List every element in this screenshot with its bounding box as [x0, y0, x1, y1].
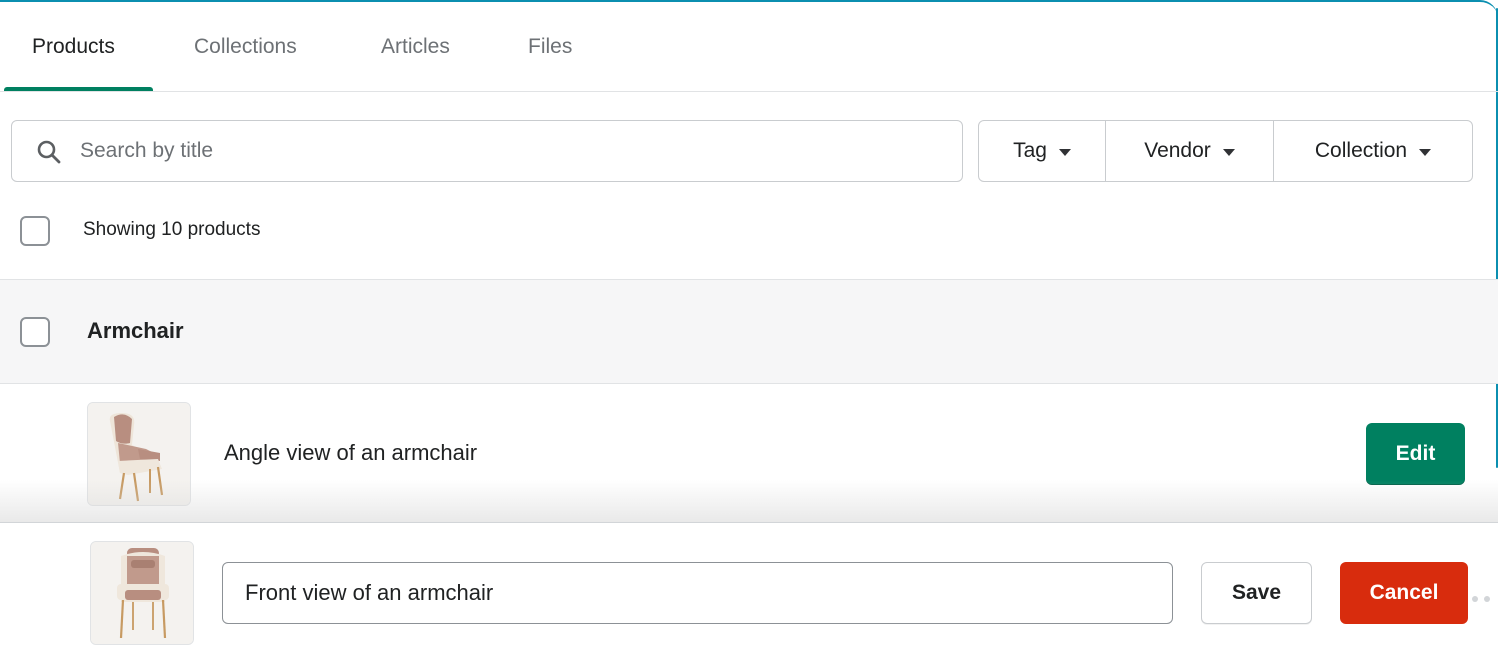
image-alt-text: Angle view of an armchair [224, 440, 478, 465]
cancel-button[interactable]: Cancel [1340, 562, 1468, 624]
tab-collections[interactable]: Collections [194, 34, 297, 74]
vendor-filter-label: Vendor [1144, 139, 1211, 162]
select-all-checkbox[interactable] [20, 216, 50, 246]
filter-group: Tag Vendor Collection [978, 120, 1473, 182]
product-group-header: Armchair [0, 279, 1498, 384]
drag-handle-icon[interactable] [1472, 589, 1498, 602]
tab-products[interactable]: Products [32, 34, 115, 74]
search-input[interactable] [80, 133, 940, 169]
vendor-filter-button[interactable]: Vendor [1106, 121, 1274, 181]
tag-filter-label: Tag [1013, 139, 1047, 162]
edit-alt-text-button[interactable]: Edit [1366, 423, 1465, 485]
alt-text-input[interactable] [222, 562, 1173, 624]
product-checkbox[interactable] [20, 317, 50, 347]
tag-filter-button[interactable]: Tag [979, 121, 1106, 181]
search-box [11, 120, 963, 182]
tab-bar: Products Collections Articles Files [0, 0, 1498, 92]
alt-text-edit-row: Save Cancel [0, 522, 1498, 658]
showing-count: Showing 10 products [83, 219, 261, 240]
search-icon [37, 140, 61, 164]
collection-filter-label: Collection [1314, 139, 1408, 162]
tab-files[interactable]: Files [528, 34, 572, 74]
caret-down-icon [1222, 148, 1235, 156]
overlay-shadow [0, 480, 1498, 522]
save-button[interactable]: Save [1201, 562, 1312, 624]
product-title: Armchair [87, 318, 184, 343]
active-tab-indicator [4, 87, 153, 91]
armchair-front-thumbnail[interactable] [90, 541, 194, 645]
caret-down-icon [1058, 148, 1071, 156]
collection-filter-button[interactable]: Collection [1274, 121, 1472, 181]
caret-down-icon [1419, 148, 1432, 156]
tab-articles[interactable]: Articles [381, 34, 450, 74]
armchair-front-image [91, 542, 193, 644]
